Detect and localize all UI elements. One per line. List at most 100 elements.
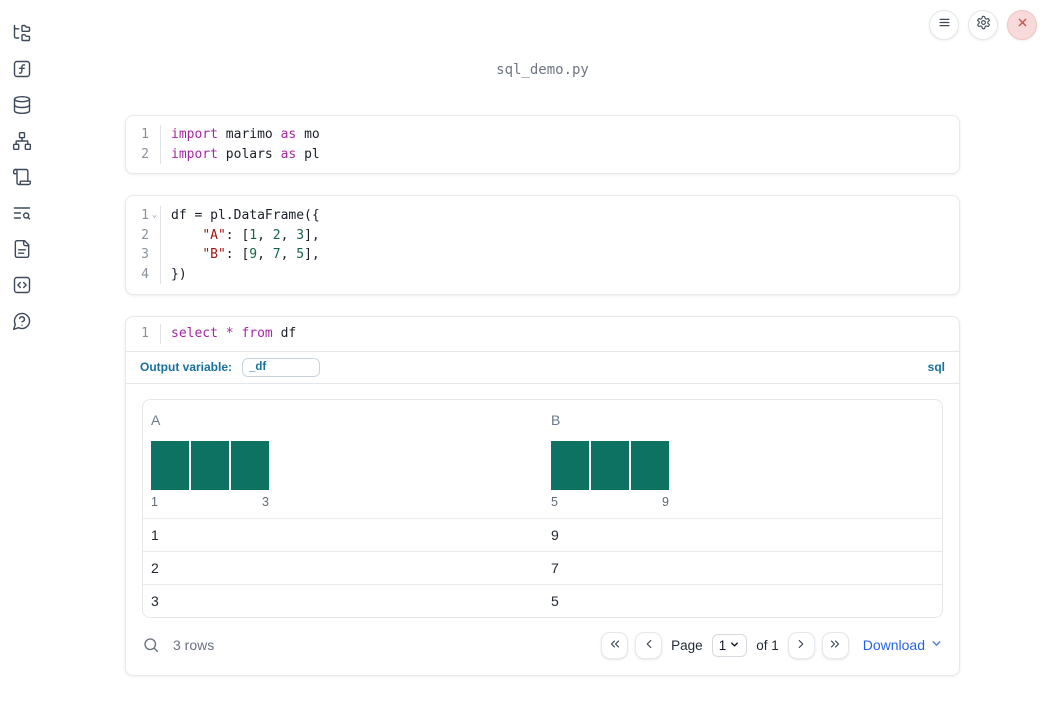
table-row: 19 bbox=[143, 517, 942, 551]
code-text: df = pl.DataFrame({ bbox=[160, 206, 320, 226]
page-select[interactable]: 1 bbox=[711, 633, 748, 657]
file-explorer-icon[interactable] bbox=[12, 23, 32, 43]
page-select-value: 1 bbox=[718, 637, 727, 653]
helper-panel-sidebar bbox=[0, 0, 44, 713]
functions-icon[interactable] bbox=[12, 59, 32, 79]
search-icon[interactable] bbox=[142, 636, 160, 654]
download-label: Download bbox=[862, 637, 925, 653]
fold-chevron-icon[interactable]: ⌄ bbox=[149, 206, 160, 226]
chevron-right-icon bbox=[794, 637, 808, 654]
line-number: 1 bbox=[141, 127, 149, 142]
language-badge: sql bbox=[927, 360, 945, 374]
histogram-bar bbox=[631, 440, 669, 490]
sql-code-editor[interactable]: 1 select * from df bbox=[126, 317, 959, 351]
notebook-filename[interactable]: sql_demo.py bbox=[125, 62, 960, 78]
histogram-range-labels: 13 bbox=[151, 494, 269, 509]
line-number: 1 bbox=[141, 208, 149, 223]
documentation-icon[interactable] bbox=[12, 239, 32, 259]
page-total-label: of 1 bbox=[756, 637, 779, 653]
next-page-button[interactable] bbox=[787, 631, 815, 659]
histogram-bar bbox=[231, 440, 269, 490]
code-line[interactable]: 1 ⌄ df = pl.DataFrame({ bbox=[126, 206, 959, 226]
code-editor[interactable]: 1 ⌄ df = pl.DataFrame({2 "A": [1, 2, 3], 3 … bbox=[126, 206, 959, 284]
line-number: 2 bbox=[141, 146, 149, 162]
column-histogram bbox=[551, 440, 669, 490]
table-cell: 2 bbox=[143, 550, 543, 584]
table-footer: 3 rows Page 1 of 1 Download bbox=[126, 618, 959, 675]
shutdown-button[interactable] bbox=[1007, 10, 1037, 40]
histogram-bar bbox=[591, 440, 629, 490]
code-line[interactable]: 3 "B": [9, 7, 5], bbox=[126, 245, 959, 265]
gear-icon bbox=[976, 15, 991, 35]
first-page-button[interactable] bbox=[601, 631, 629, 659]
histogram-bar bbox=[151, 440, 189, 490]
column-name: A bbox=[151, 411, 161, 428]
datasources-icon[interactable] bbox=[12, 95, 32, 115]
logs-search-icon[interactable] bbox=[12, 203, 32, 223]
code-line[interactable]: 1 import marimo as mo bbox=[126, 125, 959, 145]
column-header-a[interactable]: A 13 bbox=[143, 400, 543, 518]
column-name: B bbox=[551, 411, 561, 428]
code-text: import polars as pl bbox=[160, 144, 320, 164]
column-header-b[interactable]: B 59 bbox=[543, 400, 942, 518]
chevron-left-icon bbox=[642, 637, 656, 654]
table-cell: 7 bbox=[543, 550, 942, 584]
code-text: }) bbox=[160, 264, 187, 284]
histogram-range-labels: 59 bbox=[551, 494, 669, 509]
histogram-bar bbox=[191, 440, 229, 490]
sql-meta-bar: Output variable: sql bbox=[126, 350, 959, 384]
line-number: 4 bbox=[141, 266, 149, 282]
code-line[interactable]: 2 import polars as pl bbox=[126, 144, 959, 165]
table-cell: 9 bbox=[543, 517, 942, 551]
line-number: 3 bbox=[141, 247, 149, 262]
code-line[interactable]: 4}) bbox=[126, 264, 959, 285]
prev-page-button[interactable] bbox=[635, 631, 663, 659]
chevrons-left-icon bbox=[608, 637, 622, 654]
page-label: Page bbox=[671, 637, 703, 653]
data-table: A13B59 192735 bbox=[142, 398, 943, 618]
table-row: 35 bbox=[143, 583, 942, 617]
settings-button[interactable] bbox=[968, 10, 998, 40]
notebook-main: sql_demo.py 1 import marimo as mo 2 import … bbox=[125, 0, 960, 676]
last-page-button[interactable] bbox=[821, 631, 849, 659]
output-variable-label: Output variable: bbox=[140, 360, 233, 374]
histogram-bar bbox=[551, 440, 589, 490]
table-header-row: A 13 B 59 bbox=[143, 400, 942, 518]
cell-output: A13B59 192735 bbox=[126, 384, 959, 618]
line-number: 2 bbox=[141, 227, 149, 243]
code-line[interactable]: 2 "A": [1, 2, 3], bbox=[126, 225, 959, 246]
pagination: Page 1 of 1 bbox=[601, 631, 849, 659]
row-count: 3 rows bbox=[173, 637, 215, 653]
table-cell: 1 bbox=[143, 517, 543, 551]
column-histogram bbox=[151, 440, 269, 490]
table-cell: 3 bbox=[143, 583, 543, 617]
table-row: 27 bbox=[143, 550, 942, 584]
code-cell-imports[interactable]: 1 import marimo as mo 2 import polars as pl bbox=[125, 115, 960, 174]
close-icon bbox=[1015, 15, 1030, 35]
dependency-graph-icon[interactable] bbox=[12, 131, 32, 151]
chevron-down-icon bbox=[729, 638, 740, 653]
code-text: "A": [1, 2, 3], bbox=[160, 225, 320, 245]
code-cell-dataframe[interactable]: 1 ⌄ df = pl.DataFrame({2 "A": [1, 2, 3], 3 … bbox=[125, 195, 960, 295]
code-text: select * from df bbox=[160, 324, 296, 344]
scratchpad-icon[interactable] bbox=[12, 167, 32, 187]
table-body: 192735 bbox=[143, 517, 942, 617]
help-icon[interactable] bbox=[12, 311, 32, 331]
code-text: import marimo as mo bbox=[160, 125, 320, 145]
output-variable-input[interactable] bbox=[242, 357, 321, 377]
line-number: 1 bbox=[141, 326, 149, 341]
snippets-icon[interactable] bbox=[12, 275, 32, 295]
code-editor[interactable]: 1 import marimo as mo 2 import polars as pl bbox=[126, 125, 959, 164]
sql-cell: 1 select * from df Output variable: sql A… bbox=[125, 316, 960, 676]
download-button[interactable]: Download bbox=[863, 637, 943, 653]
table-cell: 5 bbox=[543, 583, 942, 617]
code-text: "B": [9, 7, 5], bbox=[160, 245, 320, 265]
chevrons-right-icon bbox=[828, 637, 842, 654]
code-line[interactable]: 1 select * from df bbox=[126, 324, 959, 344]
